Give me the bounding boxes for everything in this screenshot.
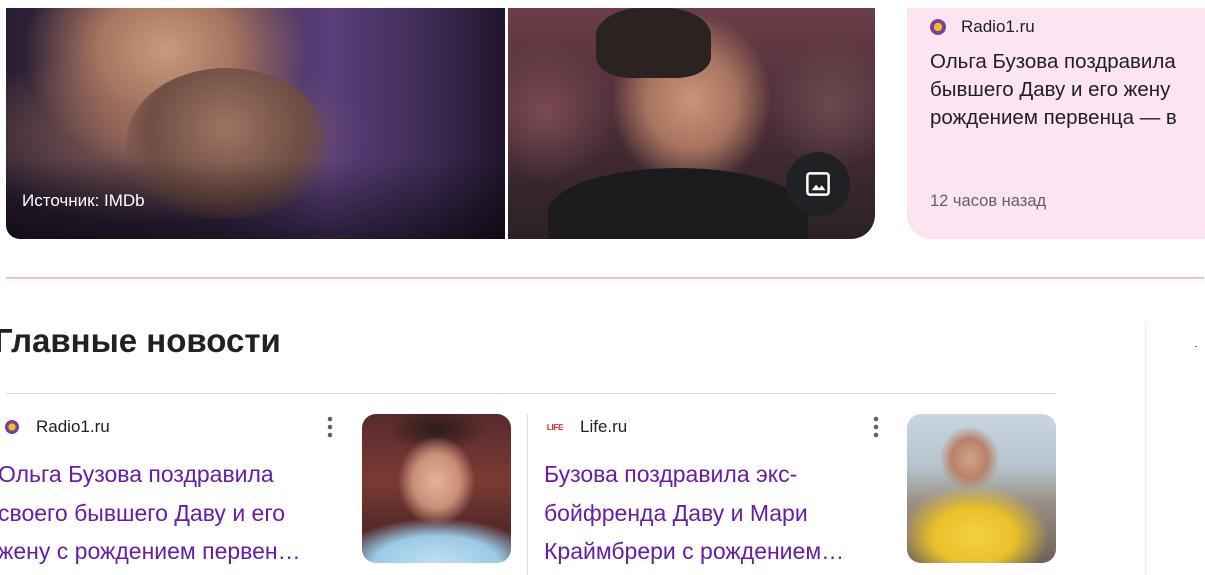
more-vert-icon [873,416,879,438]
headline-line: Ольга Бузова поздравила [0,461,274,487]
headline-line: своего бывшего Даву и его [0,499,286,526]
more-options-button[interactable] [318,415,342,439]
news-side-card[interactable]: Radio1.ru Ольга Бузова поздравила бывшег… [907,8,1205,239]
story-headline[interactable]: Бузова поздравила экс- бойфренда Даву и … [544,455,844,571]
headline-line: Краймбрери с рождением… [544,538,845,564]
photo-subject-suit [548,168,808,239]
section-title: Главные новости [0,322,281,359]
story-card[interactable]: LIFE Life.ru Бузова поздравила экс- бойф… [528,404,1058,575]
more-options-button[interactable] [864,415,888,439]
radio1-favicon-icon [5,420,19,434]
image-gallery-icon [806,172,830,196]
headline-line: жену с рождением первен… [0,538,301,564]
life-favicon-icon: LIFE [546,422,564,432]
story-source-row: LIFE Life.ru [545,414,627,440]
section-rule [6,393,1056,394]
image-source-caption: Источник: IMDb [22,191,145,210]
headline-line: Бузова поздравила экс- [544,461,798,487]
radio1-favicon-icon [930,19,946,35]
story-headline[interactable]: Ольга Бузова поздравила своего бывшего Д… [0,455,301,571]
news-image-right[interactable] [508,8,875,239]
section-divider [6,277,1204,279]
scroll-marker [1195,346,1197,347]
image-gallery-button[interactable] [786,152,850,216]
story-card[interactable]: Radio1.ru Ольга Бузова поздравила своего… [0,404,520,575]
headline-line: бойфренда Даву и Мари [544,499,808,526]
headline-line: Ольга Бузова поздравила [930,50,1176,73]
story-source-name: Life.ru [580,417,628,436]
timestamp: 12 часов назад [930,192,1047,210]
story-thumbnail[interactable] [907,414,1056,563]
side-card-headline[interactable]: Ольга Бузова поздравила бывшего Даву и е… [930,48,1205,132]
column-divider [1145,322,1146,575]
headline-line: бывшего Даву и его жену [930,78,1171,101]
source-row: Radio1.ru [930,13,1035,41]
source-name: Radio1.ru [961,17,1035,36]
headline-line: рождением первенца — в [930,106,1177,129]
story-source-name: Radio1.ru [36,417,110,436]
photo-subject [596,8,711,78]
story-source-row: Radio1.ru [5,414,110,440]
story-thumbnail[interactable] [362,414,511,563]
news-image-left[interactable]: Источник: IMDb [6,8,505,239]
more-vert-icon [327,416,333,438]
